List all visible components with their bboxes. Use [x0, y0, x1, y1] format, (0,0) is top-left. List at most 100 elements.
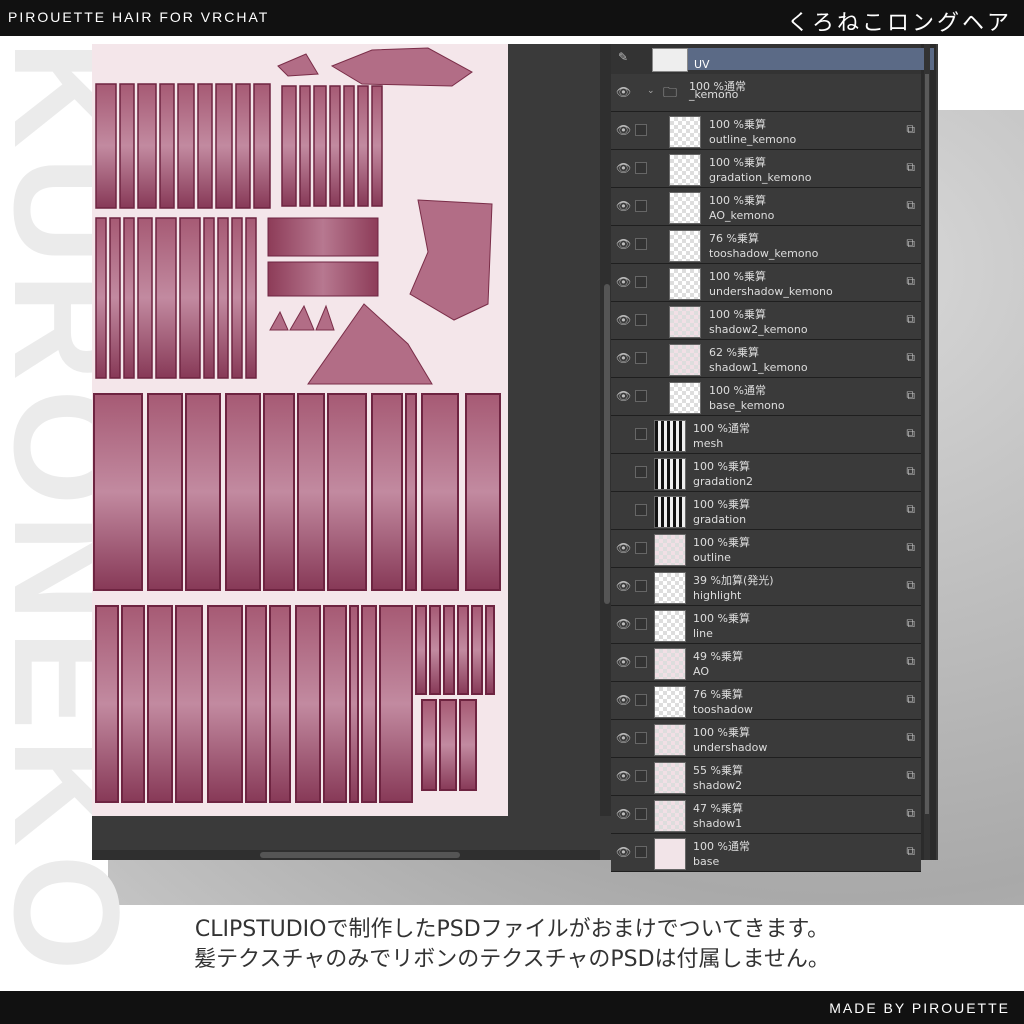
- texture-canvas[interactable]: [92, 44, 508, 816]
- layer-checkbox[interactable]: [635, 808, 647, 820]
- layer-row[interactable]: 👁 47 %乗算 shadow1 ⧉: [611, 796, 921, 834]
- layer-checkbox[interactable]: [635, 694, 647, 706]
- eye-icon[interactable]: 👁: [616, 845, 631, 859]
- layer-blend-mode: 100 %乗算: [693, 536, 750, 549]
- layer-checkbox[interactable]: [635, 618, 647, 630]
- layer-row[interactable]: 👁 100 %乗算 line ⧉: [611, 606, 921, 644]
- uv-strips-row3: [93, 393, 501, 591]
- eye-icon[interactable]: 👁: [616, 85, 631, 99]
- uv-strips-row4: [95, 605, 495, 803]
- layer-property-icon[interactable]: ⧉: [906, 312, 915, 327]
- chevron-down-icon[interactable]: ⌄: [647, 86, 655, 96]
- layer-checkbox[interactable]: [635, 352, 647, 364]
- layer-property-icon[interactable]: ⧉: [906, 274, 915, 289]
- eye-icon[interactable]: 👁: [616, 579, 631, 593]
- layer-property-icon[interactable]: ⧉: [906, 730, 915, 745]
- layer-property-icon[interactable]: ⧉: [906, 768, 915, 783]
- layer-checkbox[interactable]: [635, 428, 647, 440]
- layer-thumbnail: [669, 344, 701, 376]
- layer-checkbox[interactable]: [635, 770, 647, 782]
- eye-icon[interactable]: 👁: [616, 313, 631, 327]
- layer-blend-mode: 100 %乗算: [709, 194, 766, 207]
- layer-thumbnail: [654, 458, 686, 490]
- layer-property-icon[interactable]: ⧉: [906, 578, 915, 593]
- layer-row[interactable]: 👁 100 %通常 base_kemono ⧉: [611, 378, 921, 416]
- layer-property-icon[interactable]: ⧉: [906, 160, 915, 175]
- layer-checkbox[interactable]: [635, 466, 647, 478]
- layer-checkbox[interactable]: [635, 124, 647, 136]
- layer-property-icon[interactable]: ⧉: [906, 844, 915, 859]
- layer-checkbox[interactable]: [635, 846, 647, 858]
- layer-name: highlight: [693, 589, 742, 602]
- eye-icon[interactable]: 👁: [616, 275, 631, 289]
- layer-row[interactable]: 100 %乗算 gradation ⧉: [611, 492, 921, 530]
- layer-checkbox[interactable]: [635, 732, 647, 744]
- eye-icon[interactable]: 👁: [616, 237, 631, 251]
- eye-icon[interactable]: 👁: [616, 731, 631, 745]
- eye-icon[interactable]: 👁: [616, 617, 631, 631]
- layer-property-icon[interactable]: ⧉: [906, 692, 915, 707]
- layer-row[interactable]: 👁 62 %乗算 shadow1_kemono ⧉: [611, 340, 921, 378]
- layer-property-icon[interactable]: ⧉: [906, 388, 915, 403]
- layer-row[interactable]: 👁 100 %乗算 gradation_kemono ⧉: [611, 150, 921, 188]
- layer-row[interactable]: 👁 100 %乗算 undershadow ⧉: [611, 720, 921, 758]
- layer-row[interactable]: 100 %乗算 gradation2 ⧉: [611, 454, 921, 492]
- layer-property-icon[interactable]: ⧉: [906, 236, 915, 251]
- layer-checkbox[interactable]: [635, 314, 647, 326]
- layer-row[interactable]: 100 %通常 mesh ⧉: [611, 416, 921, 454]
- layer-checkbox[interactable]: [635, 504, 647, 516]
- layer-folder-kemono[interactable]: 👁 ⌄ 🗀 100 %通常 _kemono: [611, 74, 921, 112]
- eye-icon[interactable]: 👁: [616, 769, 631, 783]
- layer-blend-mode: 76 %乗算: [693, 688, 743, 701]
- eye-icon[interactable]: 👁: [616, 655, 631, 669]
- layer-row[interactable]: 👁 76 %乗算 tooshadow_kemono ⧉: [611, 226, 921, 264]
- layer-row[interactable]: 👁 49 %乗算 AO ⧉: [611, 644, 921, 682]
- layer-property-icon[interactable]: ⧉: [906, 540, 915, 555]
- layer-checkbox[interactable]: [635, 276, 647, 288]
- layer-uv[interactable]: ✎ UV: [611, 44, 934, 75]
- canvas-horizontal-scrollbar[interactable]: [92, 850, 600, 860]
- layer-property-icon[interactable]: ⧉: [906, 502, 915, 517]
- eye-icon[interactable]: 👁: [616, 389, 631, 403]
- layer-checkbox[interactable]: [635, 656, 647, 668]
- layer-row[interactable]: 👁 100 %乗算 AO_kemono ⧉: [611, 188, 921, 226]
- layer-row[interactable]: 👁 76 %乗算 tooshadow ⧉: [611, 682, 921, 720]
- layer-name: gradation2: [693, 475, 754, 488]
- layer-property-icon[interactable]: ⧉: [906, 426, 915, 441]
- layer-panel-scrollbar[interactable]: [924, 44, 930, 860]
- layer-property-icon[interactable]: ⧉: [906, 198, 915, 213]
- layer-row[interactable]: 👁 100 %乗算 outline ⧉: [611, 530, 921, 568]
- layer-blend-mode: 62 %乗算: [709, 346, 759, 359]
- scroll-thumb[interactable]: [604, 284, 610, 604]
- eye-icon[interactable]: 👁: [616, 541, 631, 555]
- eye-icon[interactable]: 👁: [616, 693, 631, 707]
- eye-icon[interactable]: 👁: [616, 351, 631, 365]
- layer-row[interactable]: 👁 55 %乗算 shadow2 ⧉: [611, 758, 921, 796]
- layer-checkbox[interactable]: [635, 580, 647, 592]
- eye-icon[interactable]: 👁: [616, 123, 631, 137]
- layer-thumbnail: [669, 154, 701, 186]
- layer-row[interactable]: 👁 100 %乗算 undershadow_kemono ⧉: [611, 264, 921, 302]
- layer-property-icon[interactable]: ⧉: [906, 654, 915, 669]
- layer-checkbox[interactable]: [635, 238, 647, 250]
- eye-icon[interactable]: 👁: [616, 199, 631, 213]
- layer-checkbox[interactable]: [635, 162, 647, 174]
- layer-row[interactable]: 👁 39 %加算(発光) highlight ⧉: [611, 568, 921, 606]
- layer-row[interactable]: 👁 100 %乗算 shadow2_kemono ⧉: [611, 302, 921, 340]
- layer-property-icon[interactable]: ⧉: [906, 616, 915, 631]
- scroll-thumb[interactable]: [260, 852, 460, 858]
- layer-row[interactable]: 👁 100 %乗算 outline_kemono ⧉: [611, 112, 921, 150]
- layer-blend-mode: 100 %通常: [709, 384, 766, 397]
- layer-row[interactable]: 👁 100 %通常 base ⧉: [611, 834, 921, 872]
- layer-property-icon[interactable]: ⧉: [906, 350, 915, 365]
- eye-icon[interactable]: 👁: [616, 807, 631, 821]
- layer-property-icon[interactable]: ⧉: [906, 806, 915, 821]
- layer-property-icon[interactable]: ⧉: [906, 122, 915, 137]
- layer-checkbox[interactable]: [635, 390, 647, 402]
- eye-icon[interactable]: 👁: [616, 161, 631, 175]
- layer-property-icon[interactable]: ⧉: [906, 464, 915, 479]
- layer-checkbox[interactable]: [635, 542, 647, 554]
- scroll-thumb[interactable]: [925, 74, 929, 814]
- layer-blend-mode: 100 %乗算: [693, 726, 750, 739]
- layer-checkbox[interactable]: [635, 200, 647, 212]
